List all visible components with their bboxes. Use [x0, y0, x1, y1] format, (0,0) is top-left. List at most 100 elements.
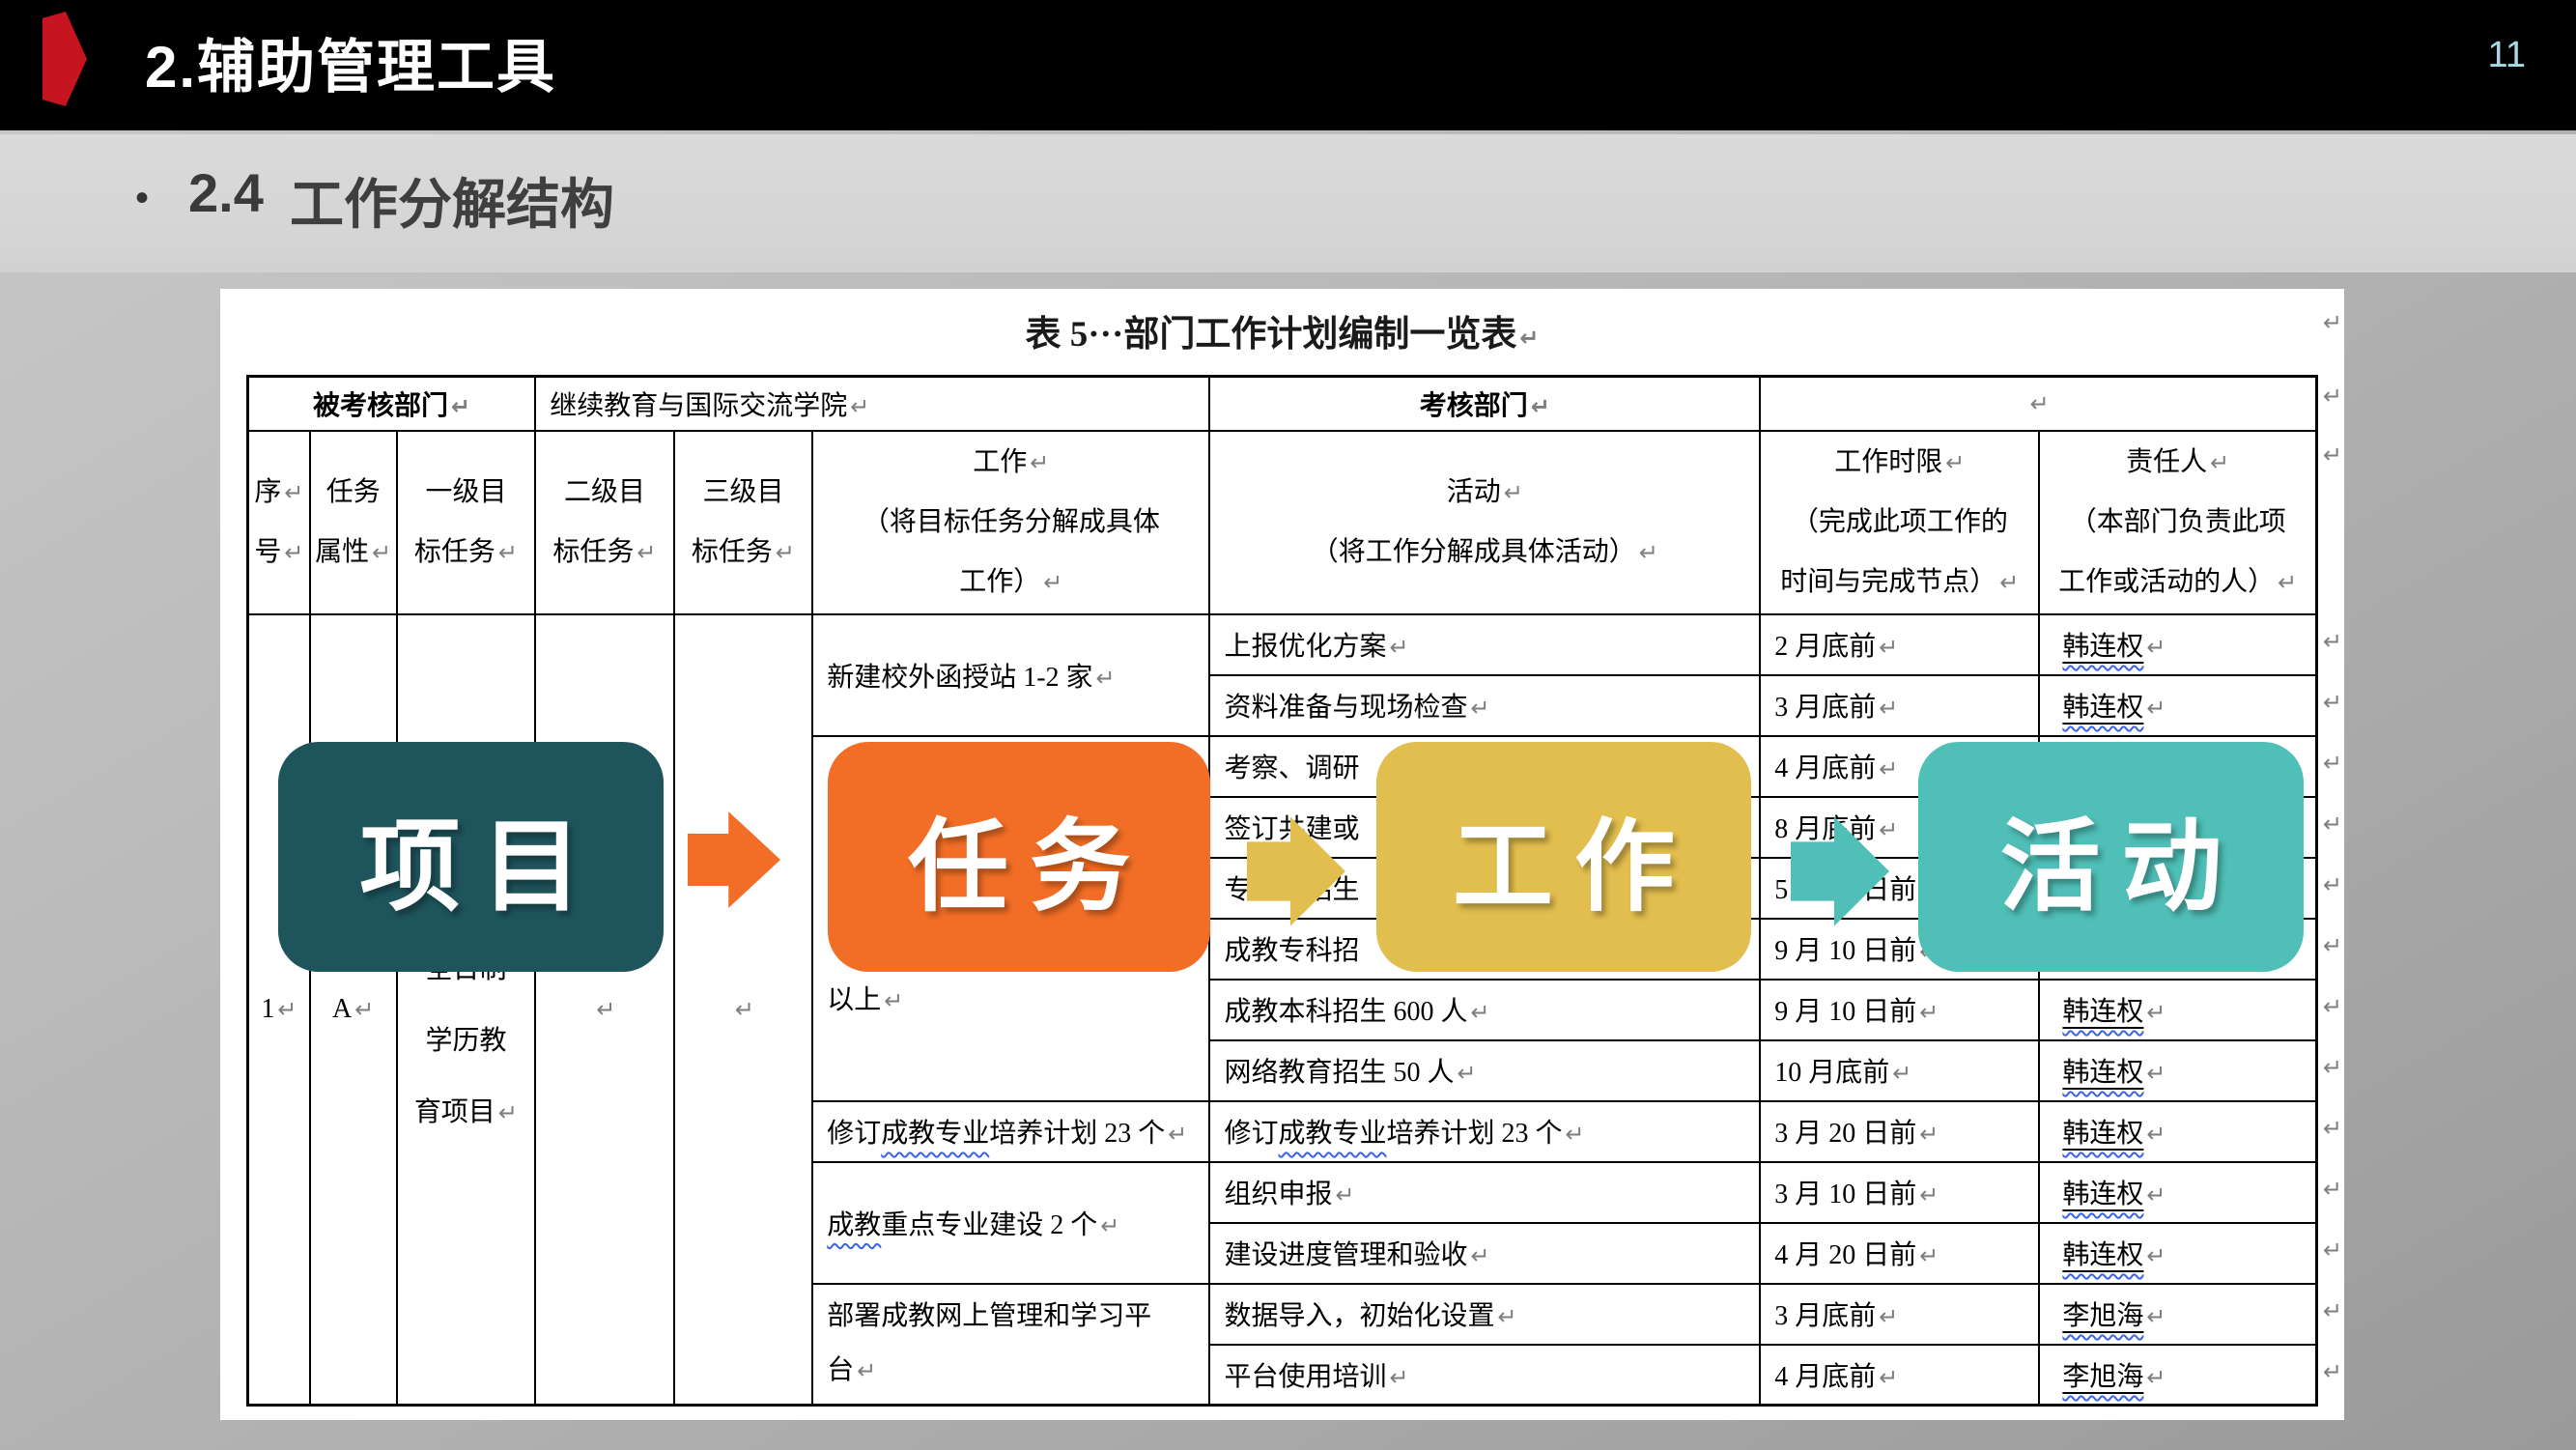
activity-cell: 网络教育招生 50 人↵: [1209, 1040, 1760, 1101]
paragraph-mark: ↵: [2323, 383, 2342, 410]
deadline-cell: 3 月底前↵: [1760, 675, 2039, 736]
paragraph-mark: ↵: [1100, 1212, 1119, 1239]
paragraph-mark: ↵: [2030, 390, 2050, 417]
table-row: 1↵ A↵ 全日制 学历教 育项目↵ ↵ ↵ 新建校外函授站 1-2 家↵ 上报…: [248, 614, 2317, 675]
paragraph-mark: ↵: [1879, 816, 1898, 843]
paragraph-mark: ↵: [2146, 1364, 2166, 1391]
paragraph-mark: ↵: [2210, 449, 2229, 476]
paragraph-mark: ↵: [1879, 1364, 1898, 1391]
paragraph-mark: ↵: [637, 539, 656, 566]
paragraph-mark: ↵: [857, 1357, 876, 1384]
red-flag-icon: [42, 12, 87, 106]
activity-cell: 数据导入，初始化设置↵: [1209, 1284, 1760, 1345]
work-cell: 修订成教专业培养计划 23 个↵: [812, 1101, 1209, 1162]
paragraph-mark: ↵: [2323, 1054, 2342, 1081]
paragraph-mark: ↵: [498, 539, 518, 566]
paragraph-mark: ↵: [284, 479, 303, 506]
col-header-activity: 活动↵ （将工作分解成具体活动）↵: [1209, 431, 1760, 614]
slide: 2.辅助管理工具 11 • 2.4 工作分解结构 表 5···部门工作计划编制一…: [0, 0, 2576, 1450]
paragraph-mark: ↵: [2146, 1181, 2166, 1208]
paragraph-mark: ↵: [1497, 1303, 1516, 1330]
paragraph-mark: ↵: [2146, 1060, 2166, 1087]
assessed-dept-value: 继续教育与国际交流学院↵: [535, 377, 1209, 431]
activity-cell: 资料准备与现场检查↵: [1209, 675, 1760, 736]
col-header-attr: 任务 属性↵: [310, 431, 397, 614]
deadline-cell: 4 月底前↵: [1760, 1345, 2039, 1406]
paragraph-mark: ↵: [1043, 569, 1062, 596]
paragraph-mark: ↵: [2146, 1121, 2166, 1148]
attr-cell: A↵: [310, 614, 397, 1406]
wbs-box-work: 工作: [1376, 742, 1751, 972]
owner-cell: 李旭海↵: [2039, 1284, 2316, 1345]
owner-cell: 韩连权↵: [2039, 1223, 2316, 1284]
owner-cell: 韩连权↵: [2039, 980, 2316, 1040]
paragraph-mark: ↵: [2323, 309, 2342, 336]
page-number: 11: [2488, 35, 2526, 76]
paragraph-mark: ↵: [498, 1099, 518, 1126]
paragraph-mark: ↵: [2323, 932, 2342, 959]
deadline-cell: 3 月 10 日前↵: [1760, 1162, 2039, 1223]
paragraph-mark: ↵: [354, 996, 374, 1023]
wbs-box-project-label: 项目: [359, 784, 603, 930]
activity-cell: 成教本科招生 600 人↵: [1209, 980, 1760, 1040]
paragraph-mark: ↵: [284, 539, 303, 566]
paragraph-mark: ↵: [277, 996, 297, 1023]
owner-cell: 韩连权↵: [2039, 675, 2316, 736]
paragraph-mark: ↵: [850, 393, 869, 420]
paragraph-mark: ↵: [1919, 1242, 1939, 1269]
table-header-row: 序↵ 号↵ 任务 属性↵ 一级目 标任务↵ 二级目 标任务↵ 三级目 标任务: [248, 431, 2317, 614]
deadline-cell: 3 月 20 日前↵: [1760, 1101, 2039, 1162]
empty-header-cell: ↵: [1760, 377, 2316, 431]
work-cell: 新建校外函授站 1-2 家↵: [812, 614, 1209, 736]
paragraph-mark: ↵: [1639, 539, 1658, 566]
paragraph-mark: ↵: [1457, 1060, 1476, 1087]
owner-cell: 李旭海↵: [2039, 1345, 2316, 1406]
paragraph-mark: ↵: [1566, 1121, 1585, 1148]
paragraph-mark: ↵: [2323, 628, 2342, 655]
paragraph-mark: ↵: [2323, 993, 2342, 1020]
table-title: 表 5···部门工作计划编制一览表↵: [246, 304, 2318, 356]
activity-cell: 组织申报↵: [1209, 1162, 1760, 1223]
paragraph-mark: ↵: [1096, 665, 1116, 692]
owner-cell: 韩连权↵: [2039, 614, 2316, 675]
paragraph-mark: ↵: [1879, 695, 1898, 722]
wbs-box-work-label: 工作: [1453, 784, 1696, 930]
paragraph-mark: ↵: [2323, 810, 2342, 838]
section-band: • 2.4 工作分解结构: [0, 134, 2576, 272]
goal1-cell: 全日制 学历教 育项目↵: [397, 614, 536, 1406]
paragraph-mark: ↵: [2323, 1297, 2342, 1324]
paragraph-mark: ↵: [2146, 1242, 2166, 1269]
wbs-box-task: 任务: [828, 742, 1210, 972]
assessed-dept-label: 被考核部门↵: [248, 377, 536, 431]
table-title-text: 表 5···部门工作计划编制一览表: [1026, 315, 1517, 355]
slide-title: 2.辅助管理工具: [145, 0, 556, 130]
col-header-goal3: 三级目 标任务↵: [674, 431, 813, 614]
paragraph-mark: ↵: [1030, 449, 1049, 476]
slide-title-bar: 2.辅助管理工具 11: [0, 0, 2576, 130]
paragraph-mark: ↵: [2323, 441, 2342, 469]
paragraph-mark: ↵: [1879, 755, 1898, 782]
paragraph-mark: ↵: [372, 539, 391, 566]
paragraph-mark: ↵: [596, 996, 615, 1023]
section-title: 工作分解结构: [290, 161, 614, 240]
paragraph-mark: ↵: [1919, 1121, 1939, 1148]
activity-cell: 上报优化方案↵: [1209, 614, 1760, 675]
paragraph-mark: ↵: [2323, 1176, 2342, 1203]
col-header-deadline: 工作时限↵ （完成此项工作的 时间与完成节点）↵: [1760, 431, 2039, 614]
wbs-box-task-label: 任务: [908, 784, 1151, 930]
paragraph-mark: ↵: [735, 996, 754, 1023]
work-cell: 成教重点专业建设 2 个↵: [812, 1162, 1209, 1284]
paragraph-mark: ↵: [2323, 750, 2342, 777]
deadline-cell: 10 月底前↵: [1760, 1040, 2039, 1101]
paragraph-mark: ↵: [1919, 999, 1939, 1026]
table-row: 被考核部门↵ 继续教育与国际交流学院↵ 考核部门↵ ↵: [248, 377, 2317, 431]
col-header-owner: 责任人↵ （本部门负责此项 工作或活动的人）↵: [2039, 431, 2316, 614]
paragraph-mark: ↵: [776, 539, 795, 566]
paragraph-mark: ↵: [1470, 695, 1489, 722]
paragraph-mark: ↵: [2323, 1358, 2342, 1385]
paragraph-mark: ↵: [1879, 1303, 1898, 1330]
activity-cell: 修订成教专业培养计划 23 个↵: [1209, 1101, 1760, 1162]
paragraph-mark: ↵: [1919, 1181, 1939, 1208]
deadline-cell: 2 月底前↵: [1760, 614, 2039, 675]
paragraph-mark: ↵: [1389, 1364, 1408, 1391]
